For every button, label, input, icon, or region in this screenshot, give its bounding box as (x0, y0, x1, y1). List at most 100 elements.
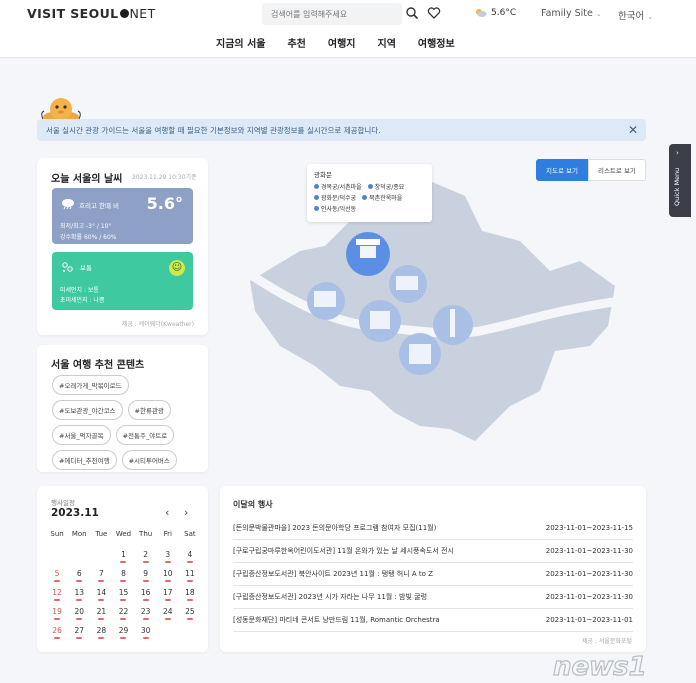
calendar-day (46, 548, 68, 563)
calendar-day[interactable]: 27 (68, 624, 90, 639)
weather-rain-probability: 강수확률 60% / 60% (60, 234, 117, 241)
event-date: 2023-11-01~2023-11-01 (545, 616, 633, 624)
calendar-day (179, 624, 201, 639)
news1-watermark-logo: news1 (552, 651, 647, 682)
legend-item[interactable]: 창덕궁/종묘 (368, 182, 405, 191)
event-title[interactable]: [구립증산정보도서관] 북안사이트 2023년 11월 : 탱탱 허니 A to… (233, 563, 513, 585)
calendar-day[interactable]: 19 (46, 605, 68, 620)
event-title[interactable]: [구립증산정보도서관] 2023년 시가 자라는 나무 11월 : 밤빛 굴렁 (233, 586, 513, 608)
calendar-label: 행사일정 (51, 499, 75, 507)
calendar-day[interactable]: 5 (46, 567, 68, 582)
ultrafine-dust-value: 초미세먼지 : 나쁨 (60, 297, 105, 304)
event-row[interactable]: [성동문화재단] 마티네 콘서트 낭만드림 11월, Romantic Orch… (233, 609, 633, 632)
event-row[interactable]: [돈의문박물관마을] 2023 돈의문아학당 프로그램 참여자 모집(11월) 2… (233, 517, 633, 540)
weekday-header: Sun (50, 530, 64, 538)
tag-chip[interactable]: #에디터_추천여행 (52, 450, 117, 470)
calendar-day[interactable]: 7 (90, 567, 112, 582)
search-input[interactable] (262, 3, 402, 25)
smile-face-icon: ☺ (169, 260, 185, 276)
calendar-day[interactable]: 3 (157, 548, 179, 563)
heart-icon[interactable] (427, 6, 441, 20)
seoul-map[interactable] (220, 151, 646, 474)
nav-item-now-seoul[interactable]: 지금의 서울 (216, 35, 265, 50)
legend-item[interactable]: 북촌한옥마을 (362, 193, 402, 202)
recommend-card: 서울 여행 추천 콘텐츠 #오래가게_막볶이로드 #도보관광_야간코스 #한류관… (37, 345, 208, 472)
legend-title: 광화문 (314, 171, 332, 179)
weekday-header: Fri (163, 530, 172, 538)
calendar-day[interactable]: 18 (179, 586, 201, 601)
calendar-day[interactable]: 11 (179, 567, 201, 582)
calendar-day[interactable]: 10 (157, 567, 179, 582)
site-logo[interactable]: VISIT SEOUL NET (27, 6, 156, 21)
close-icon[interactable]: ✕ (628, 123, 638, 137)
calendar-day[interactable]: 6 (68, 567, 90, 582)
calendar-day[interactable]: 20 (68, 605, 90, 620)
family-site-select[interactable]: Family Site ⌄ (541, 8, 602, 19)
tag-chip[interactable]: #도보관광_야간코스 (52, 400, 123, 420)
main-nav: 지금의 서울 추천 여행지 지역 여행정보 (216, 35, 455, 50)
chevron-down-icon: ⌄ (595, 10, 602, 18)
air-quality-icon (62, 262, 73, 273)
nav-item-region[interactable]: 지역 (378, 35, 396, 50)
calendar-day[interactable]: 26 (46, 624, 68, 639)
event-title[interactable]: [돈의문박물관마을] 2023 돈의문아학당 프로그램 참여자 모집(11월) (233, 517, 513, 539)
nav-item-destinations[interactable]: 여행지 (328, 35, 356, 50)
tag-chip[interactable]: #전통주_야트로 (115, 425, 175, 445)
tag-chip[interactable]: #오래가게_막볶이로드 (52, 375, 129, 395)
event-title[interactable]: [구로구립궁마루한옥어린이도서관] 11월 온와가 있는 날 세시풍속도서 전시 (233, 540, 513, 562)
language-select[interactable]: 한국어 ⌄ (618, 8, 653, 22)
tag-chip[interactable]: #한류관광 (127, 400, 171, 420)
weather-forecast-box: 흐리고 한때 비 5.6° 최저/최고 -3° / 10° 강수확률 60% /… (52, 188, 193, 244)
calendar-day[interactable]: 16 (135, 586, 157, 601)
calendar-day[interactable]: 13 (68, 586, 90, 601)
event-row[interactable]: [구로구립궁마루한옥어린이도서관] 11월 온와가 있는 날 세시풍속도서 전시… (233, 540, 633, 563)
search-icon[interactable] (405, 6, 419, 20)
svg-text:news1: news1 (553, 652, 647, 682)
calendar-day[interactable]: 9 (135, 567, 157, 582)
calendar-day[interactable]: 17 (157, 586, 179, 601)
event-row[interactable]: [구립증산정보도서관] 북안사이트 2023년 11월 : 탱탱 허니 A to… (233, 563, 633, 586)
quick-menu-tab[interactable]: › Quick Menu (669, 144, 691, 217)
calendar-day[interactable]: 12 (46, 586, 68, 601)
weather-source: 제공 : 케이웨더(Kweather) (121, 321, 194, 328)
tag-chip[interactable]: #시티투어버스 (121, 450, 177, 470)
calendar-day[interactable]: 21 (90, 605, 112, 620)
calendar-day[interactable]: 22 (112, 605, 134, 620)
view-map-button[interactable]: 지도로 보기 (536, 159, 588, 181)
chevron-right-icon[interactable]: › (184, 506, 188, 519)
calendar-day[interactable]: 30 (135, 624, 157, 639)
tag-chip[interactable]: #서울_먹자골목 (52, 425, 111, 445)
calendar-day[interactable]: 23 (135, 605, 157, 620)
event-title[interactable]: [성동문화재단] 마티네 콘서트 낭만드림 11월, Romantic Orch… (233, 609, 513, 631)
calendar-day[interactable]: 1 (112, 548, 134, 563)
calendar-day[interactable]: 28 (90, 624, 112, 639)
notice-text: 서울 실시간 관광 가이드는 서울을 여행할 때 필요한 기본정보와 지역별 관… (46, 126, 381, 135)
legend-item[interactable]: 광화문/덕수궁 (314, 193, 356, 202)
site-header: VISIT SEOULNET 5.6°C Family Site⌄ 한국어⌄ 지… (0, 0, 696, 58)
calendar-day (157, 624, 179, 639)
air-quality-box: 보통 ☺ 미세먼지 : 보통 초미세먼지 : 나쁨 (52, 252, 193, 310)
calendar-day[interactable]: 14 (90, 586, 112, 601)
calendar-day[interactable]: 25 (179, 605, 201, 620)
weekday-header: Wed (115, 530, 132, 538)
calendar-day[interactable]: 15 (112, 586, 134, 601)
calendar-day[interactable]: 29 (112, 624, 134, 639)
calendar-day[interactable]: 8 (112, 567, 134, 582)
view-list-button[interactable]: 리스트로 보기 (587, 159, 646, 181)
logo-dot (119, 9, 129, 18)
weekday-header: Mon (71, 530, 87, 538)
nav-item-travel-info[interactable]: 여행정보 (418, 35, 455, 50)
events-list: [돈의문박물관마을] 2023 돈의문아학당 프로그램 참여자 모집(11월) 2… (233, 517, 633, 632)
calendar-day[interactable]: 2 (135, 548, 157, 563)
events-title: 이달의 행사 (233, 500, 273, 509)
nav-item-recommend[interactable]: 추천 (287, 35, 305, 50)
event-row[interactable]: [구립증산정보도서관] 2023년 시가 자라는 나무 11월 : 밤빛 굴렁 2… (233, 586, 633, 609)
calendar-day[interactable]: 4 (179, 548, 201, 563)
weekday-header: Thu (139, 530, 153, 538)
legend-item[interactable]: 인사동/익선동 (314, 204, 356, 213)
weather-card: 오늘 서울의 날씨 2023.11.29 10:30기준 흐리고 한때 비 5.… (37, 158, 208, 335)
air-quality-label: 보통 (80, 264, 92, 272)
chevron-left-icon[interactable]: ‹ (165, 506, 169, 519)
calendar-day[interactable]: 24 (157, 605, 179, 620)
legend-item[interactable]: 경복궁/서촌마을 (314, 182, 362, 191)
